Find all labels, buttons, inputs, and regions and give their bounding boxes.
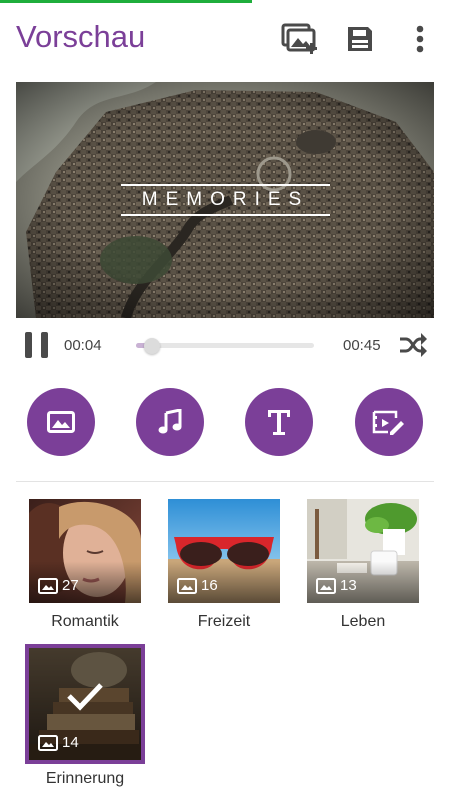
photo-count-value: 27 [62, 577, 79, 594]
photo-count: 13 [316, 577, 357, 594]
category-tile-romantik[interactable]: 27 Romantik [29, 499, 145, 631]
page-title: Vorschau [16, 19, 146, 54]
overlay-text: MEMORIES [141, 189, 310, 210]
image-icon [47, 411, 75, 433]
photo-count-value: 14 [62, 734, 79, 751]
shuffle-icon[interactable] [398, 332, 428, 358]
category-label: Leben [340, 613, 386, 630]
total-time: 00:45 [343, 337, 381, 354]
category-thumbnail: 13 [307, 499, 419, 603]
seek-thumb[interactable] [144, 338, 161, 354]
category-tile-leben[interactable]: 13 Leben [307, 499, 423, 631]
photo-count: 16 [177, 577, 218, 594]
photo-count: 27 [38, 577, 79, 594]
category-thumbnail: 27 [29, 499, 141, 603]
video-preview[interactable]: MEMORIES [16, 82, 434, 318]
text-icon [268, 410, 290, 435]
add-media-icon[interactable] [280, 21, 320, 57]
memories-overlay: MEMORIES [121, 184, 330, 216]
edit-video-button[interactable] [355, 388, 423, 456]
category-tile-erinnerung[interactable]: 14 Erinnerung [25, 644, 145, 788]
seek-bar[interactable] [136, 338, 314, 354]
more-options-icon[interactable] [400, 21, 440, 57]
pause-icon[interactable] [25, 332, 49, 358]
photo-count-icon [177, 577, 197, 594]
category-thumbnail: 14 [25, 644, 145, 764]
selected-check-icon [67, 683, 103, 711]
photo-count-icon [38, 734, 58, 751]
music-icon [158, 409, 182, 434]
edit-video-icon [372, 410, 404, 435]
category-label: Erinnerung [45, 770, 125, 787]
category-tile-freizeit[interactable]: 16 Freizeit [168, 499, 284, 631]
image-button[interactable] [27, 388, 95, 456]
music-button[interactable] [136, 388, 204, 456]
photo-count-icon [38, 577, 58, 594]
player-controls: 00:04 00:45 [0, 326, 450, 364]
photo-count-value: 13 [340, 577, 357, 594]
category-label: Romantik [51, 613, 119, 630]
app-bar: Vorschau [0, 3, 450, 69]
current-time: 00:04 [64, 337, 102, 354]
category-label: Freizeit [197, 613, 251, 630]
photo-count: 14 [38, 734, 79, 751]
save-icon[interactable] [340, 21, 380, 57]
photo-count-icon [316, 577, 336, 594]
section-divider [16, 481, 434, 482]
category-thumbnail: 16 [168, 499, 280, 603]
tool-bar [0, 388, 450, 458]
text-button[interactable] [245, 388, 313, 456]
photo-count-value: 16 [201, 577, 218, 594]
